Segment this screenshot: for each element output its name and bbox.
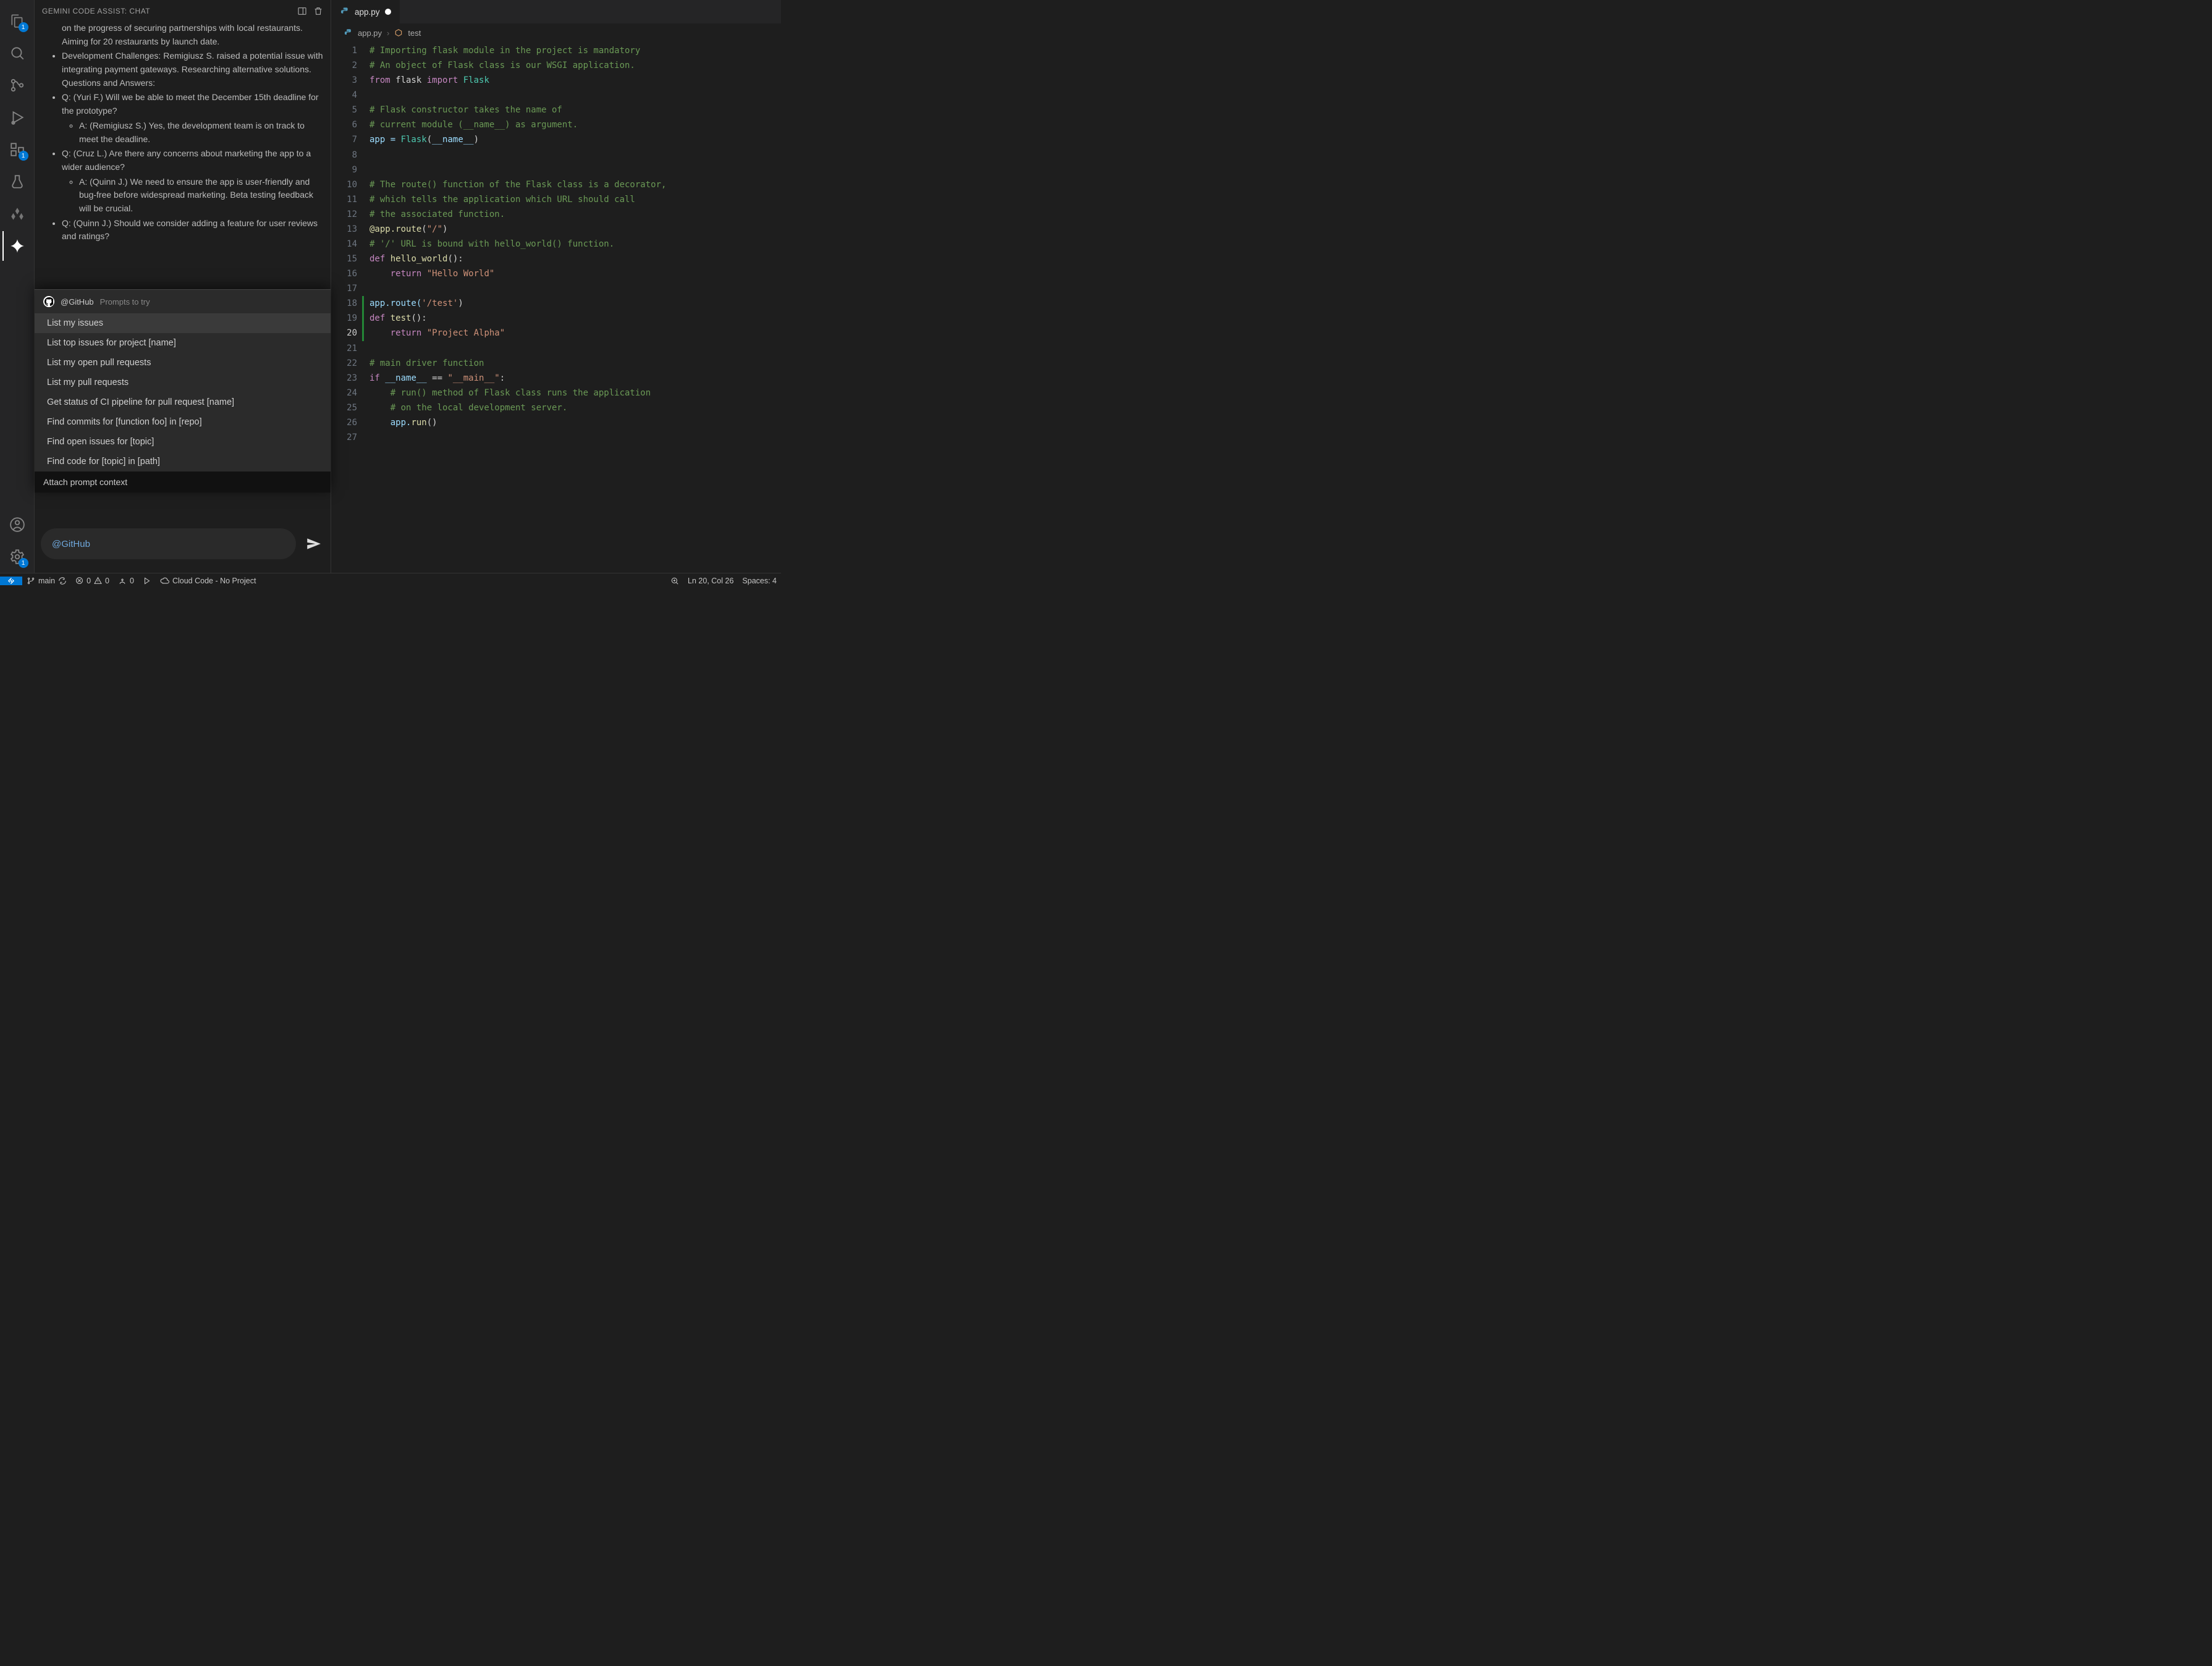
explorer-badge: 1 [19,22,28,32]
accounts-icon[interactable] [2,510,32,539]
chat-text: A: (Quinn J.) We need to ensure the app … [79,175,323,216]
problems-indicator[interactable]: 0 0 [71,577,114,585]
code-editor[interactable]: 1234 5678 9101112 13141516 17181920 2122… [331,42,781,573]
extensions-badge: 1 [19,151,28,161]
chat-panel-title: GEMINI CODE ASSIST: CHAT [42,7,291,15]
chat-text: Q: (Quinn J.) Should we consider adding … [62,217,323,243]
spaces-indicator[interactable]: Spaces: 4 [738,577,781,585]
trash-icon[interactable] [313,6,323,16]
chat-input[interactable]: @GitHub [41,528,296,559]
explorer-icon[interactable]: 1 [2,6,32,36]
popup-footer[interactable]: Attach prompt context [35,471,331,493]
ports-count: 0 [130,577,134,585]
prompts-popup: @GitHub Prompts to try List my issues Li… [35,289,331,493]
panel-layout-icon[interactable] [297,6,307,16]
run-debug-icon[interactable] [2,103,32,132]
branch-name: main [38,577,55,585]
cursor-position[interactable]: Ln 20, Col 26 [683,577,738,585]
breadcrumb-file: app.py [358,28,382,38]
editor-tab[interactable]: app.py [331,0,400,23]
chat-input-text: @GitHub [52,539,90,549]
error-count: 0 [87,577,91,585]
prompt-item[interactable]: Get status of CI pipeline for pull reque… [35,392,331,412]
symbol-method-icon [394,28,403,37]
python-file-icon [340,7,350,17]
popup-header: @GitHub Prompts to try [35,290,331,313]
popup-subtitle: Prompts to try [100,297,150,307]
ports-indicator[interactable]: 0 [114,577,138,585]
line-gutter: 1234 5678 9101112 13141516 17181920 2122… [331,42,366,573]
chevron-right-icon: › [387,28,389,38]
chat-text: on the progress of securing partnerships… [51,22,323,48]
prompt-item[interactable]: List my pull requests [35,373,331,392]
cloud-code-icon[interactable] [2,199,32,229]
cloud-code-status[interactable]: Cloud Code - No Project [156,576,260,585]
dirty-indicator-icon [385,9,391,15]
prompt-item[interactable]: Find code for [topic] in [path] [35,452,331,471]
testing-icon[interactable] [2,167,32,197]
popup-mention: @GitHub [61,297,94,307]
settings-icon[interactable]: 1 [2,542,32,572]
chat-text: Development Challenges: Remigiusz S. rai… [62,49,323,90]
tab-title: app.py [355,7,380,17]
debug-indicator[interactable] [138,577,156,585]
editor-tabs: app.py [331,0,781,23]
prompt-item[interactable]: List my issues [35,313,331,333]
breadcrumb-symbol: test [408,28,421,38]
branch-indicator[interactable]: main [22,577,71,585]
chat-text: Q: (Cruz L.) Are there any concerns abou… [62,147,323,174]
source-control-icon[interactable] [2,70,32,100]
github-icon [43,296,54,307]
activity-bar: 1 1 1 [0,0,35,573]
remote-indicator[interactable] [0,577,22,585]
chat-text: A: (Remigiusz S.) Yes, the development t… [79,119,323,146]
send-button[interactable] [302,533,324,555]
settings-badge: 1 [19,558,28,568]
prompt-item[interactable]: List my open pull requests [35,353,331,373]
prompt-item[interactable]: List top issues for project [name] [35,333,331,353]
warning-count: 0 [105,577,109,585]
code-content[interactable]: # Importing flask module in the project … [366,42,781,573]
chat-text: Q: (Yuri F.) Will we be able to meet the… [62,91,323,117]
breadcrumb[interactable]: app.py › test [331,23,781,42]
search-icon[interactable] [2,38,32,68]
extensions-icon[interactable]: 1 [2,135,32,164]
python-file-icon [344,28,353,38]
gemini-chat-icon[interactable] [2,231,32,261]
zoom-indicator[interactable] [666,577,683,585]
chat-input-row: @GitHub [35,521,331,573]
prompt-item[interactable]: Find commits for [function foo] in [repo… [35,412,331,432]
chat-panel: GEMINI CODE ASSIST: CHAT on the progress… [35,0,331,573]
prompt-item[interactable]: Find open issues for [topic] [35,432,331,452]
status-bar: main 0 0 0 Cloud Code - No Project Ln 20… [0,573,781,588]
cloud-code-text: Cloud Code - No Project [172,577,256,585]
editor-area: app.py app.py › test 1234 5678 9101112 1… [331,0,781,573]
chat-panel-header: GEMINI CODE ASSIST: CHAT [35,0,331,22]
